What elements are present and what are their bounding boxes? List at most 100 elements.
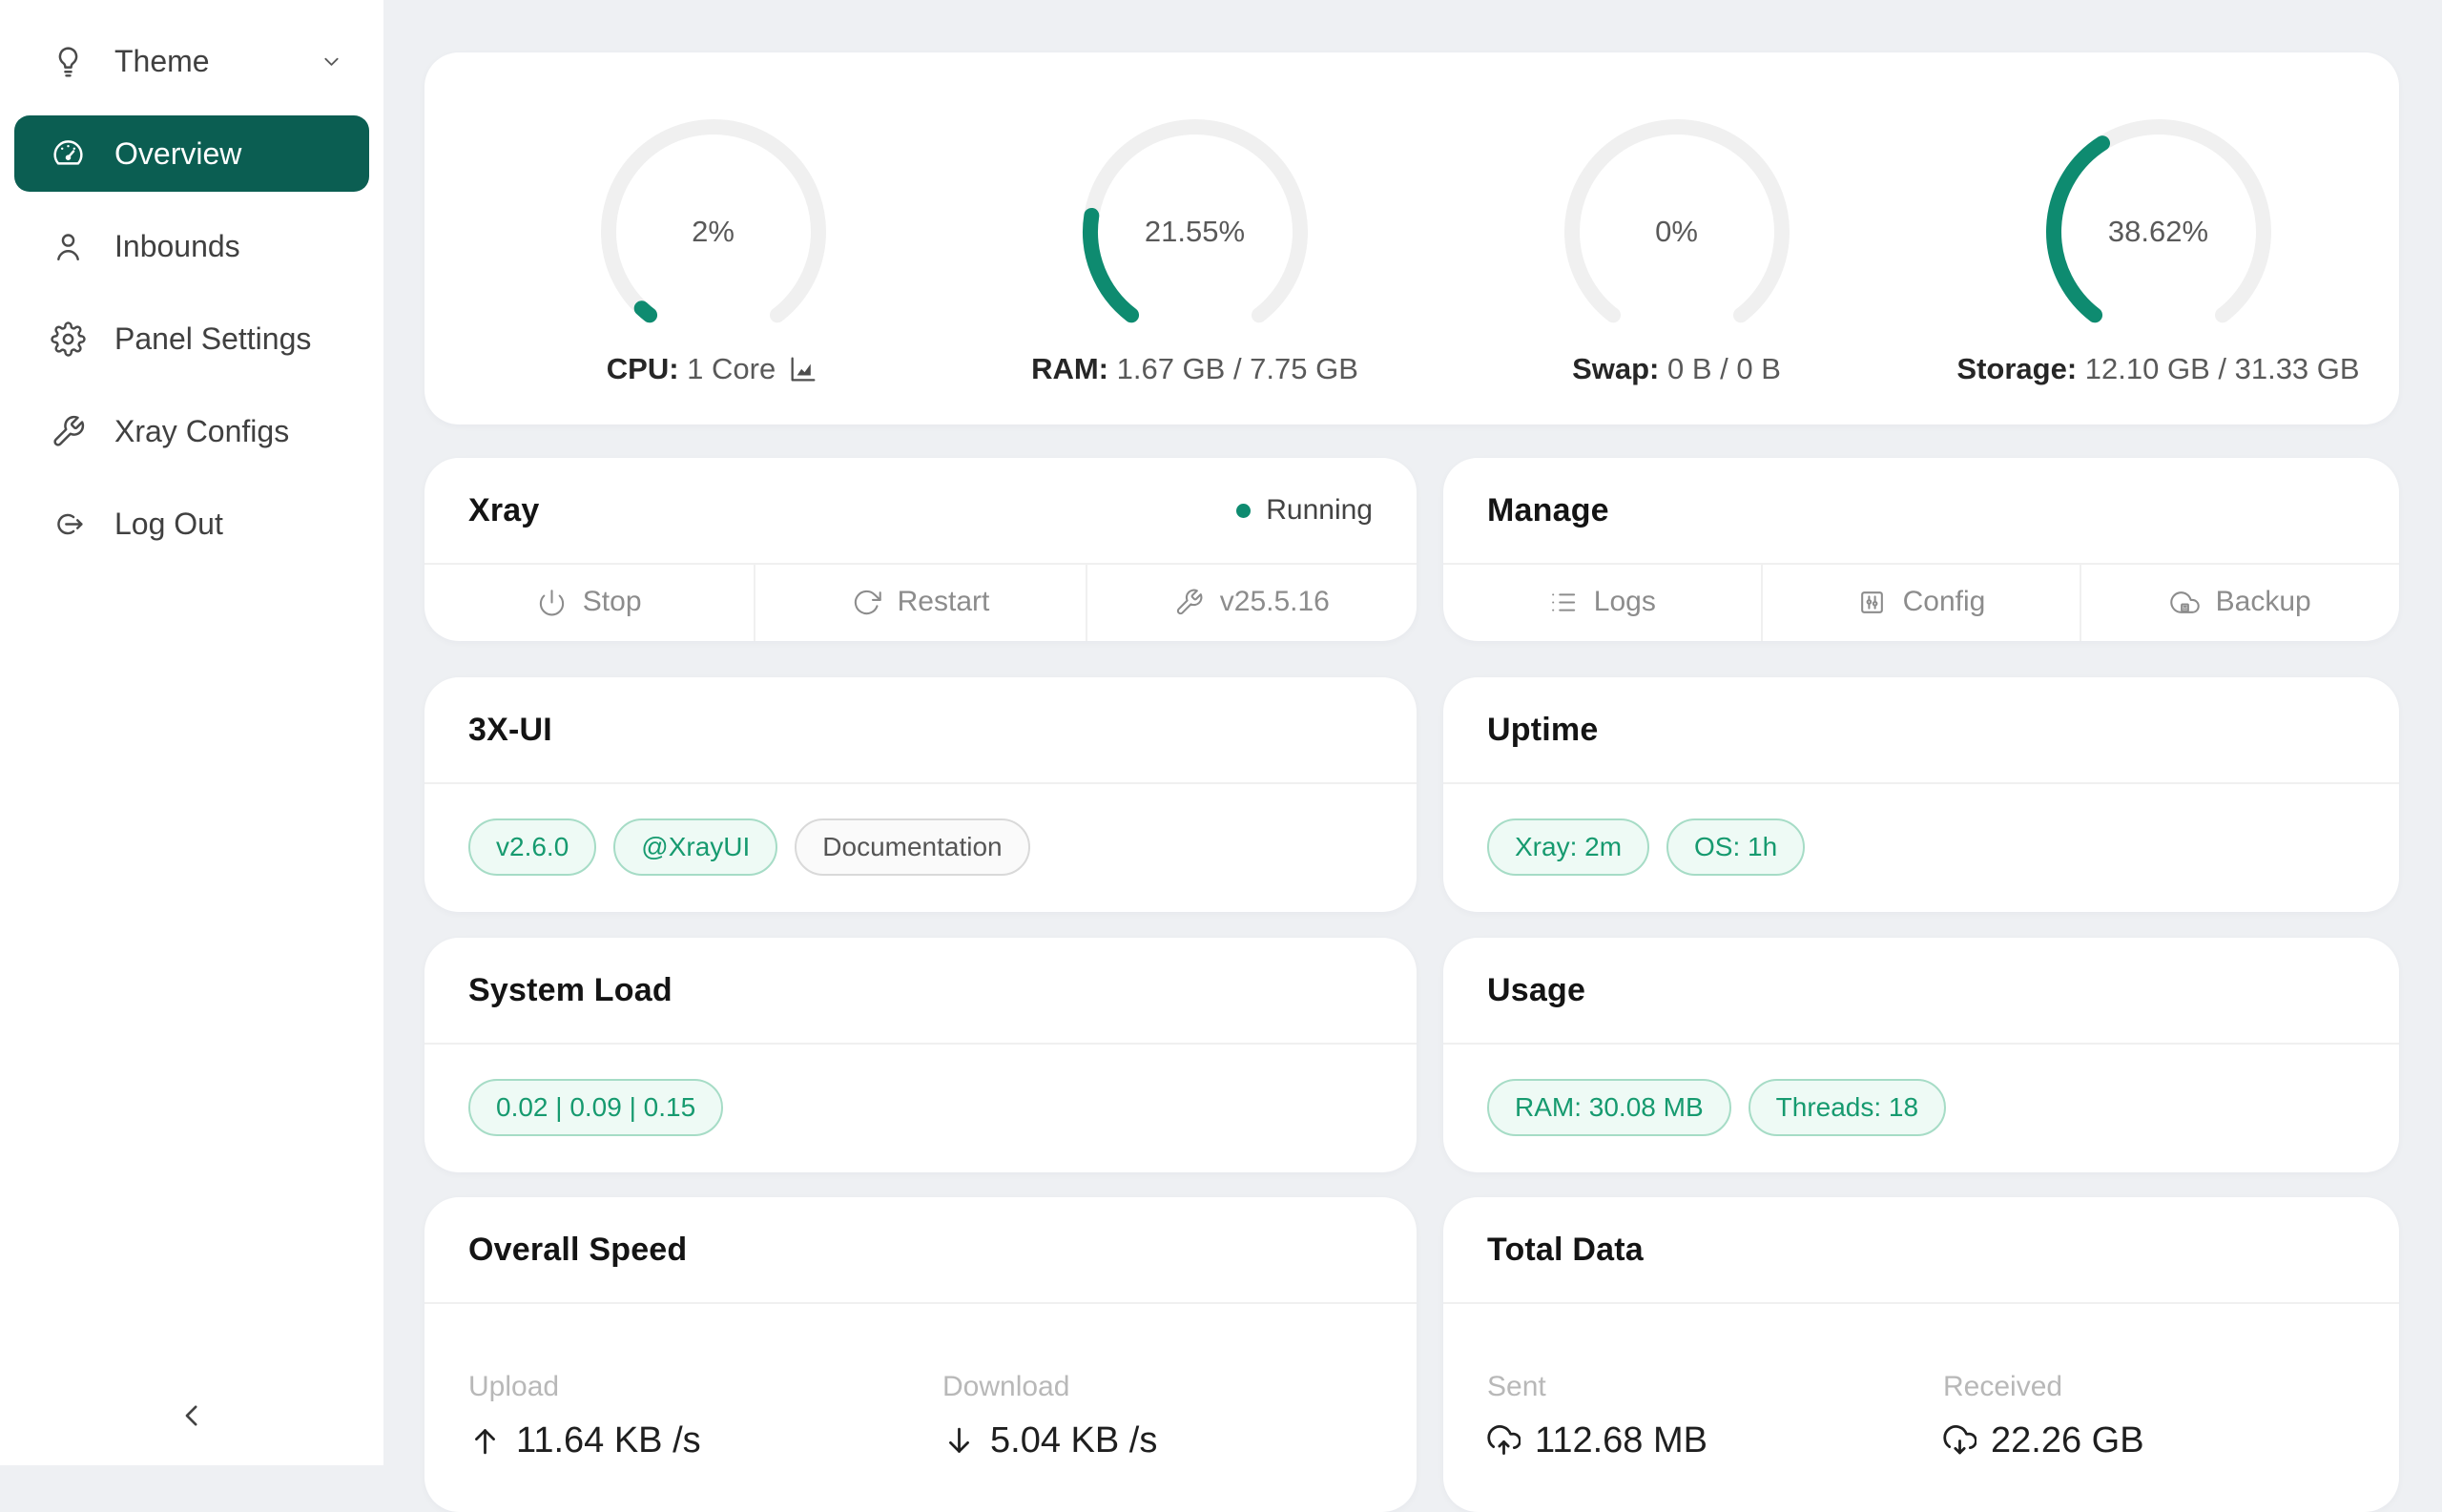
user-icon: [51, 229, 86, 264]
overall-speed-stats: Upload 11.64 KB /sDownload 5.04 KB /s: [424, 1302, 1417, 1512]
xray-action-restart[interactable]: Restart: [754, 563, 1085, 641]
xray-card: Xray Running Stop Restart v25.5.16: [424, 458, 1417, 641]
sidebar-item-label: Theme: [114, 44, 210, 79]
gauge-caption: Storage: 12.10 GB / 31.33 GB: [1956, 352, 2359, 386]
power-icon: [537, 588, 567, 617]
threex-ui-card-title: 3X-UI: [468, 712, 552, 749]
status-text: Running: [1266, 494, 1373, 527]
stat-value: 22.26 GB: [1943, 1420, 2399, 1461]
stat-label: Upload: [468, 1371, 942, 1403]
xray-card-title: Xray: [468, 492, 540, 529]
gauge-storage: 38.62%Storage: 12.10 GB / 31.33 GB: [1917, 108, 2399, 425]
stat-value: 112.68 MB: [1487, 1420, 1943, 1461]
sidebar-item-label: Inbounds: [114, 229, 240, 264]
stat-label: Download: [942, 1371, 1417, 1403]
sidebar-item-panel-settings[interactable]: Panel Settings: [14, 300, 369, 377]
usage-card-header: Usage: [1443, 938, 2399, 1045]
action-label: Backup: [2216, 586, 2311, 618]
stat-received: Received 22.26 GB: [1943, 1371, 2399, 1512]
xray-status: Running: [1236, 494, 1373, 527]
xray-card-header: Xray Running: [424, 458, 1417, 565]
system-load-tags: 0.02 | 0.09 | 0.15: [424, 1043, 1417, 1172]
system-load-card-title: System Load: [468, 972, 673, 1009]
gauge-arc: 21.55%: [1071, 108, 1319, 356]
uptime-card-title: Uptime: [1487, 712, 1598, 749]
cloud-upload-icon: [1487, 1424, 1521, 1458]
stat-value: 5.04 KB /s: [942, 1420, 1417, 1461]
sidebar-item-overview[interactable]: Overview: [14, 115, 369, 192]
chevron-left-icon: [173, 1397, 211, 1435]
total-data-card-title: Total Data: [1487, 1232, 1644, 1269]
tag-xrayui[interactable]: @XrayUI: [613, 818, 777, 876]
tag-os-1h: OS: 1h: [1666, 818, 1805, 876]
threex-ui-card-header: 3X-UI: [424, 677, 1417, 784]
sidebar-collapse-button[interactable]: [0, 1387, 383, 1444]
action-label: Stop: [583, 586, 642, 618]
gauge-detail: 12.10 GB / 31.33 GB: [2085, 352, 2360, 385]
sidebar-item-xray-configs[interactable]: Xray Configs: [14, 393, 369, 469]
gauge-label: Swap:: [1572, 352, 1659, 385]
gauge-arc: 38.62%: [2035, 108, 2283, 356]
manage-card-actions: Logs Config Backup: [1443, 563, 2399, 641]
usage-tags: RAM: 30.08 MB Threads: 18: [1443, 1043, 2399, 1172]
reload-icon: [852, 588, 881, 617]
sidebar-item-theme[interactable]: Theme: [14, 23, 369, 99]
gauge-value: 38.62%: [2035, 108, 2283, 356]
stat-value: 11.64 KB /s: [468, 1420, 942, 1461]
arrow-up-icon: [468, 1424, 502, 1458]
stat-download: Download 5.04 KB /s: [942, 1371, 1417, 1512]
sidebar: Theme Overview Inbounds Panel Settings Xray …: [0, 0, 383, 1465]
action-label: Config: [1903, 586, 1986, 618]
dashboard-icon: [51, 136, 86, 172]
system-load-card: System Load 0.02 | 0.09 | 0.15: [424, 938, 1417, 1172]
uptime-tags: Xray: 2mOS: 1h: [1443, 782, 2399, 912]
gauge-label: RAM:: [1031, 352, 1108, 385]
stat-label: Received: [1943, 1371, 2399, 1403]
area-chart-icon: [787, 353, 819, 385]
logout-icon: [51, 507, 86, 542]
sidebar-menu: Theme Overview Inbounds Panel Settings Xray …: [0, 0, 383, 562]
manage-action-config[interactable]: Config: [1761, 563, 2080, 641]
tag-threads-18: Threads: 18: [1749, 1079, 1946, 1136]
gauge-caption: CPU: 1 Core: [607, 352, 819, 386]
gauge-detail: 1.67 GB / 7.75 GB: [1117, 352, 1358, 385]
manage-card: Manage LogsConfigBackup: [1443, 458, 2399, 641]
sidebar-item-label: Panel Settings: [114, 321, 311, 357]
gear-icon: [51, 321, 86, 357]
sidebar-item-label: Overview: [114, 136, 241, 172]
manage-action-logs[interactable]: Logs: [1443, 563, 1761, 641]
tag-documentation[interactable]: Documentation: [795, 818, 1029, 876]
gauge-swap: 0%Swap: 0 B / 0 B: [1436, 108, 1917, 425]
system-load-card-header: System Load: [424, 938, 1417, 1045]
gauge-detail: 1 Core: [687, 352, 776, 385]
gauge-label: CPU:: [607, 352, 679, 385]
total-data-card-header: Total Data: [1443, 1197, 2399, 1304]
action-label: Logs: [1594, 586, 1656, 618]
cpu-chart-button[interactable]: [787, 353, 819, 385]
manage-action-backup[interactable]: Backup: [2080, 563, 2399, 641]
action-label: Restart: [898, 586, 990, 618]
xray-action-v25-5-16[interactable]: v25.5.16: [1086, 563, 1417, 641]
stat-upload: Upload 11.64 KB /s: [468, 1371, 942, 1512]
tag-ram-30-08-mb: RAM: 30.08 MB: [1487, 1079, 1731, 1136]
gauge-value: 2%: [590, 108, 838, 356]
xray-action-stop[interactable]: Stop: [424, 563, 754, 641]
chevron-down-icon: [319, 49, 344, 74]
tag-0-02-0-09-0-15: 0.02 | 0.09 | 0.15: [468, 1079, 723, 1136]
list-icon: [1548, 588, 1578, 617]
sidebar-item-inbounds[interactable]: Inbounds: [14, 208, 369, 284]
gauge-caption: Swap: 0 B / 0 B: [1572, 352, 1781, 386]
overall-speed-card-title: Overall Speed: [468, 1232, 687, 1269]
gauge-caption: RAM: 1.67 GB / 7.75 GB: [1031, 352, 1358, 386]
total-data-stats: Sent112.68 MBReceived22.26 GB: [1443, 1302, 2399, 1512]
usage-card-title: Usage: [1487, 972, 1585, 1009]
gauge-arc: 2%: [590, 108, 838, 356]
cloud-server-icon: [2170, 588, 2200, 617]
tag-v2-6-0[interactable]: v2.6.0: [468, 818, 596, 876]
xray-card-actions: Stop Restart v25.5.16: [424, 563, 1417, 641]
sidebar-item-log-out[interactable]: Log Out: [14, 486, 369, 562]
cloud-download-icon: [1943, 1424, 1976, 1458]
wrench-icon: [51, 414, 86, 449]
threex-ui-tags: v2.6.0 @XrayUI Documentation: [424, 782, 1417, 912]
uptime-card: Uptime Xray: 2mOS: 1h: [1443, 677, 2399, 912]
